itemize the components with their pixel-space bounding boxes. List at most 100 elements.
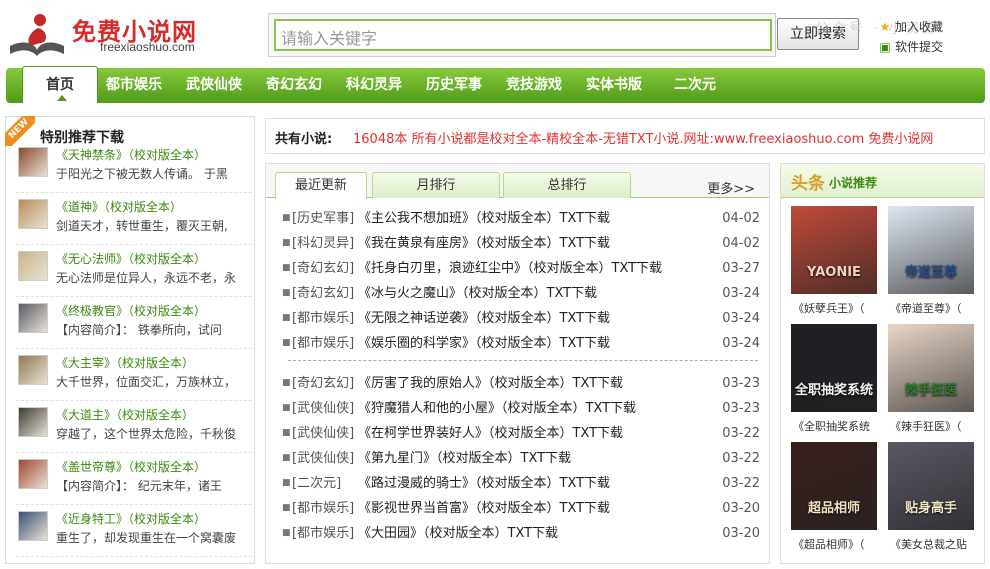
table-row[interactable]: ■ [武侠仙侠] 《狩魔猎人和他的小屋》（校对版全本）TXT下载 03-23 [282, 396, 760, 421]
cover-caption[interactable]: 《帝道至尊》（ [890, 300, 982, 316]
list-item[interactable]: 《无心法师》（校对版全本） 无心法师是位异人，永远不老，永 [16, 249, 252, 297]
book-title-link[interactable]: 《盖世帝尊》（校对版全本） [56, 458, 206, 475]
book-cover[interactable]: 贴身高手 [888, 442, 974, 530]
book-title-link[interactable]: 《天神禁条》（校对版全本） [56, 146, 206, 163]
book-link[interactable]: 《冰与火之魔山》（校对版全本）TXT下载 [358, 281, 597, 306]
category-link[interactable]: [都市娱乐] [292, 306, 354, 331]
nav-item-games[interactable]: 竞技游戏 [506, 68, 562, 103]
book-cover[interactable]: 帝道至尊 [888, 206, 974, 294]
book-link[interactable]: 《主公我不想加班》（校对版全本）TXT下载 [358, 206, 610, 231]
book-thumbnail[interactable] [18, 147, 48, 177]
cover-caption[interactable]: 《超品相师》（ [793, 536, 885, 552]
category-link[interactable]: [武侠仙侠] [292, 446, 354, 471]
category-link[interactable]: [武侠仙侠] [292, 396, 354, 421]
nav-item-history[interactable]: 历史军事 [426, 68, 482, 103]
table-row[interactable]: ■ [科幻灵异] 《我在黄泉有座房》（校对版全本）TXT下载 04-02 [282, 231, 760, 256]
nav-item-urban[interactable]: 都市娱乐 [106, 68, 162, 103]
book-title-link[interactable]: 《无心法师》（校对版全本） [56, 250, 206, 267]
table-row[interactable]: ■ [奇幻玄幻] 《托身白刃里，浪迹红尘中》（校对版全本）TXT下载 03-27 [282, 256, 760, 281]
book-title-link[interactable]: 《大主宰》（校对版全本） [56, 354, 194, 371]
more-link[interactable]: 更多>> [707, 178, 755, 197]
book-link[interactable]: 《无限之神话逆袭》（校对版全本）TXT下载 [358, 306, 610, 331]
book-cover[interactable]: 超品相师 [791, 442, 877, 530]
bullet-icon: ■ [282, 478, 291, 488]
table-row[interactable]: ■ [都市娱乐] 《大田园》（校对版全本）TXT下载 03-20 [282, 521, 760, 546]
book-thumbnail[interactable] [18, 407, 48, 437]
list-item[interactable]: 《大主宰》（校对版全本） 大千世界，位面交汇，万族林立， [16, 353, 252, 401]
category-link[interactable]: [都市娱乐] [292, 496, 354, 521]
book-cover[interactable]: YAONIE [791, 206, 877, 294]
header: 免费小说网 freexiaoshuo.com 请输入关键字 立即搜索 公众号 ·… [0, 0, 990, 66]
nav-item-scifi[interactable]: 科幻灵异 [346, 68, 402, 103]
tab-total[interactable]: 总排行 [503, 172, 631, 198]
submit-link[interactable]: ▣ 软件提交 [878, 38, 943, 55]
book-title-link[interactable]: 《大道主》（校对版全本） [56, 406, 194, 423]
book-thumbnail[interactable] [18, 459, 48, 489]
book-thumbnail[interactable] [18, 251, 48, 281]
book-thumbnail[interactable] [18, 199, 48, 229]
update-date: 04-02 [722, 211, 760, 226]
update-date: 03-24 [722, 286, 760, 301]
category-link[interactable]: [科幻灵异] [292, 231, 354, 256]
category-link[interactable]: [奇幻玄幻] [292, 281, 354, 306]
table-row[interactable]: ■ [都市娱乐] 《影视世界当首富》（校对版全本）TXT下载 03-20 [282, 496, 760, 521]
search-input[interactable]: 请输入关键字 [274, 19, 772, 51]
book-title-link[interactable]: 《终极教官》（校对版全本） [56, 302, 206, 319]
list-item[interactable]: 《近身特工》（校对版全本） 重生了，却发现重生在一个窝囊废 [16, 509, 252, 557]
book-link[interactable]: 《第九星门》（校对版全本）TXT下载 [358, 446, 571, 471]
cover-caption[interactable]: 《妖孽兵王》（ [793, 300, 885, 316]
notice-text[interactable]: 16048本 所有小说都是校对全本-精校全本-无错TXT小说.网址:www.fr… [353, 128, 933, 147]
cover-caption[interactable]: 《全职抽奖系统 [793, 418, 885, 434]
nav-item-acg[interactable]: 二次元 [674, 68, 716, 103]
book-description: 【内容简介】： 铁拳所向，试问 [56, 323, 222, 337]
list-item[interactable]: 《天神禁条》（校对版全本） 于阳光之下被无数人传诵。 于黑 [16, 145, 252, 193]
book-thumbnail[interactable] [18, 511, 48, 541]
book-link[interactable]: 《大田园》（校对版全本）TXT下载 [358, 521, 558, 546]
category-link[interactable]: [历史军事] [292, 206, 354, 231]
book-cover[interactable]: 辣手狂医 [888, 324, 974, 412]
book-link[interactable]: 《厉害了我的原始人》（校对版全本）TXT下载 [358, 371, 623, 396]
category-link[interactable]: [二次元] [292, 471, 341, 496]
book-description: 无心法师是位异人，永远不老，永 [56, 271, 237, 285]
nav-item-print[interactable]: 实体书版 [586, 68, 642, 103]
category-link[interactable]: [奇幻玄幻] [292, 371, 354, 396]
category-link[interactable]: [奇幻玄幻] [292, 256, 354, 281]
book-thumbnail[interactable] [18, 303, 48, 333]
book-link[interactable]: 《在柯学世界装好人》（校对版全本）TXT下载 [358, 421, 623, 446]
nav-item-fantasy[interactable]: 奇幻玄幻 [266, 68, 322, 103]
book-link[interactable]: 《托身白刃里，浪迹红尘中》（校对版全本）TXT下载 [358, 256, 662, 281]
table-row[interactable]: ■ [二次元] 《路过漫威的骑士》（校对版全本）TXT下载 03-22 [282, 471, 760, 496]
book-link[interactable]: 《路过漫威的骑士》（校对版全本）TXT下载 [358, 471, 610, 496]
table-row[interactable]: ■ [历史军事] 《主公我不想加班》（校对版全本）TXT下载 04-02 [282, 206, 760, 231]
book-description: 剑道天才，转世重生，覆灭王朝, [56, 219, 228, 233]
book-link[interactable]: 《我在黄泉有座房》（校对版全本）TXT下载 [358, 231, 610, 256]
book-thumbnail[interactable] [18, 355, 48, 385]
tab-monthly[interactable]: 月排行 [372, 172, 500, 198]
book-title-link[interactable]: 《近身特工》（校对版全本） [56, 510, 206, 527]
category-link[interactable]: [都市娱乐] [292, 521, 354, 546]
table-row[interactable]: ■ [都市娱乐] 《娱乐圈的科学家》（校对版全本）TXT下载 03-24 [282, 331, 760, 356]
cover-title: YAONIE [807, 265, 861, 280]
book-link[interactable]: 《影视世界当首富》（校对版全本）TXT下载 [358, 496, 610, 521]
site-logo[interactable]: 免费小说网 freexiaoshuo.com [8, 10, 208, 56]
list-item[interactable]: 《盖世帝尊》（校对版全本） 【内容简介】： 纪元末年，诸王 [16, 457, 252, 505]
book-cover[interactable]: 全职抽奖系统 [791, 324, 877, 412]
list-item[interactable]: 《终极教官》（校对版全本） 【内容简介】： 铁拳所向，试问 [16, 301, 252, 349]
cover-caption[interactable]: 《辣手狂医》（ [890, 418, 982, 434]
category-link[interactable]: [武侠仙侠] [292, 421, 354, 446]
category-link[interactable]: [都市娱乐] [292, 331, 354, 356]
bookmark-link[interactable]: ★ 加入收藏 [878, 18, 943, 35]
book-link[interactable]: 《狩魔猎人和他的小屋》（校对版全本）TXT下载 [358, 396, 636, 421]
cover-caption[interactable]: 《美女总裁之贴 [890, 536, 982, 552]
book-link[interactable]: 《娱乐圈的科学家》（校对版全本）TXT下载 [358, 331, 610, 356]
list-item[interactable]: 《大道主》（校对版全本） 穿越了，这个世界太危险，千秋俊 [16, 405, 252, 453]
tab-recent[interactable]: 最近更新 [275, 172, 367, 199]
table-row[interactable]: ■ [奇幻玄幻] 《厉害了我的原始人》（校对版全本）TXT下载 03-23 [282, 371, 760, 396]
table-row[interactable]: ■ [武侠仙侠] 《第九星门》（校对版全本）TXT下载 03-22 [282, 446, 760, 471]
list-item[interactable]: 《道神》（校对版全本） 剑道天才，转世重生，覆灭王朝, [16, 197, 252, 245]
table-row[interactable]: ■ [武侠仙侠] 《在柯学世界装好人》（校对版全本）TXT下载 03-22 [282, 421, 760, 446]
table-row[interactable]: ■ [奇幻玄幻] 《冰与火之魔山》（校对版全本）TXT下载 03-24 [282, 281, 760, 306]
book-title-link[interactable]: 《道神》（校对版全本） [56, 198, 182, 215]
nav-item-wuxia[interactable]: 武侠仙侠 [186, 68, 242, 103]
table-row[interactable]: ■ [都市娱乐] 《无限之神话逆袭》（校对版全本）TXT下载 03-24 [282, 306, 760, 331]
